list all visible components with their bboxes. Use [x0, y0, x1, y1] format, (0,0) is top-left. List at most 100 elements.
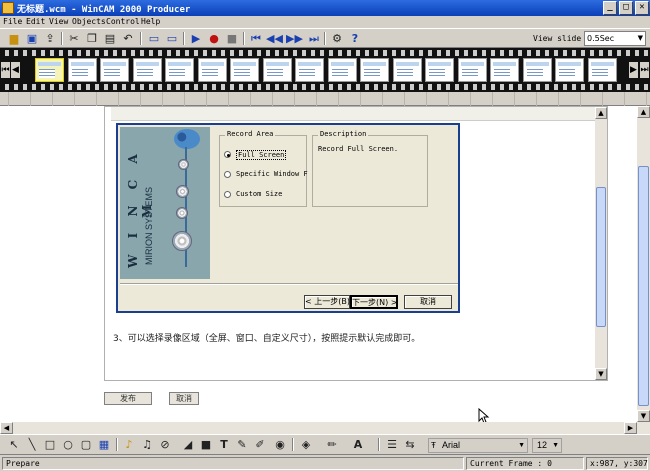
scroll-right-icon[interactable]: ▶: [624, 422, 637, 434]
shadow-icon[interactable]: ■: [198, 437, 214, 452]
save-icon[interactable]: ▣: [24, 31, 40, 46]
film-frame[interactable]: [490, 58, 519, 82]
slide-canvas[interactable]: W I N C A M MIRION SYSTEMS Record Area F…: [0, 106, 637, 424]
film-frame[interactable]: [587, 58, 617, 82]
canvas-horizontal-scrollbar[interactable]: ◀ ▶: [0, 422, 650, 434]
film-frame[interactable]: [165, 58, 194, 82]
radio-button[interactable]: [224, 171, 231, 178]
paste-icon[interactable]: ▤: [102, 31, 118, 46]
font-size-select[interactable]: 12 ▼: [532, 438, 562, 453]
rectangle-icon[interactable]: □: [42, 437, 58, 452]
last-frame-icon[interactable]: ⏭: [306, 31, 322, 46]
eraser-icon[interactable]: ◢: [180, 437, 196, 452]
title-bar: 无标题.wcm - WinCAM 2000 Producer _ □ ✕: [0, 0, 650, 16]
transition-icon[interactable]: ⊘: [157, 437, 173, 452]
radio-button[interactable]: [224, 151, 231, 158]
line-color-icon[interactable]: ✏: [324, 437, 340, 452]
rounded-rect-icon[interactable]: ▢: [78, 437, 94, 452]
export-icon[interactable]: ⇪: [42, 31, 58, 46]
next-button[interactable]: 下一步(N) >: [350, 295, 398, 309]
film-frame[interactable]: [35, 58, 64, 82]
film-frame[interactable]: [262, 58, 292, 82]
view-slide-select[interactable]: 0.5Sec ▼: [584, 31, 646, 46]
menu-control[interactable]: Control: [106, 17, 140, 26]
film-frame[interactable]: [197, 58, 227, 82]
film-frame[interactable]: [327, 58, 357, 82]
stop-icon[interactable]: ■: [224, 31, 240, 46]
film-frame[interactable]: [392, 58, 422, 82]
dialog-cancel-button[interactable]: 取消: [404, 295, 452, 309]
properties-icon[interactable]: ⚙: [329, 31, 345, 46]
film-frame[interactable]: [132, 58, 162, 82]
pointer-icon[interactable]: ↖: [6, 437, 22, 452]
first-frame-icon[interactable]: ⏮: [248, 31, 264, 46]
ellipse-icon[interactable]: ○: [60, 437, 76, 452]
pen-icon[interactable]: ✐: [252, 437, 268, 452]
next-frame-icon[interactable]: ▶▶: [286, 31, 303, 46]
film-frame[interactable]: [67, 58, 97, 82]
font-color-icon[interactable]: A: [350, 437, 366, 452]
brush-icon[interactable]: ✎: [234, 437, 250, 452]
music-icon[interactable]: ♫: [139, 437, 155, 452]
cut-icon[interactable]: ✂: [66, 31, 82, 46]
publish-button[interactable]: 发布: [104, 392, 152, 405]
film-scroll-left-icon[interactable]: ◀: [11, 62, 20, 78]
record-area-group: Record Area Full Screen Specific Window …: [219, 130, 308, 207]
scroll-left-icon[interactable]: ◀: [0, 422, 13, 434]
page-cancel-button[interactable]: 取消: [169, 392, 199, 405]
film-scroll-last-icon[interactable]: ⏭: [640, 62, 649, 78]
text-tool-icon[interactable]: T: [216, 437, 232, 452]
scroll-up-icon[interactable]: ▲: [595, 107, 607, 119]
folder-open-icon[interactable]: ▆: [6, 31, 22, 46]
maximize-button[interactable]: □: [619, 1, 633, 15]
film-frame[interactable]: [360, 58, 389, 82]
film-frame[interactable]: [295, 58, 324, 82]
previous-frame-icon[interactable]: ◀◀: [266, 31, 283, 46]
menu-help[interactable]: Help: [141, 17, 160, 26]
slide-a-icon[interactable]: ▭: [146, 31, 162, 46]
document-scroll-thumb[interactable]: [596, 187, 606, 327]
fill-color-icon[interactable]: ◈: [298, 437, 314, 452]
scroll-down-icon[interactable]: ▼: [637, 410, 650, 422]
radio-specific-window[interactable]: Specific Window Fra: [224, 169, 308, 181]
film-scroll-first-icon[interactable]: ⏮: [1, 62, 10, 78]
scroll-down-icon[interactable]: ▼: [595, 368, 607, 380]
help-icon[interactable]: ?: [347, 31, 363, 46]
cd-icon: [172, 231, 192, 251]
undo-icon[interactable]: ↶: [120, 31, 136, 46]
globe-icon[interactable]: ◉: [272, 437, 288, 452]
close-button[interactable]: ✕: [635, 1, 649, 15]
image-icon[interactable]: ▦: [96, 437, 112, 452]
timeline-ruler: [0, 92, 650, 106]
canvas-vertical-scrollbar[interactable]: ▲ ▼: [637, 106, 650, 422]
menu-edit[interactable]: Edit: [26, 17, 45, 26]
scroll-up-icon[interactable]: ▲: [637, 106, 650, 118]
font-name-select[interactable]: Ŧ Arial ▼: [428, 438, 528, 453]
film-frame[interactable]: [555, 58, 584, 82]
description-text: Record Full Screen.: [318, 145, 399, 153]
play-icon[interactable]: ▶: [188, 31, 204, 46]
sound-icon[interactable]: ♪: [121, 437, 137, 452]
film-frame[interactable]: [425, 58, 454, 82]
film-scroll-right-icon[interactable]: ▶: [629, 62, 638, 78]
slide-b-icon[interactable]: ▭: [164, 31, 180, 46]
arrow-style-icon[interactable]: ⇆: [402, 437, 418, 452]
menu-file[interactable]: File: [3, 17, 22, 26]
record-icon[interactable]: ●: [206, 31, 222, 46]
back-button[interactable]: < 上一步(B): [304, 295, 350, 309]
copy-icon[interactable]: ❐: [84, 31, 100, 46]
minimize-button[interactable]: _: [603, 1, 617, 15]
radio-button[interactable]: [224, 191, 231, 198]
canvas-scroll-thumb[interactable]: [638, 166, 649, 406]
film-frame[interactable]: [522, 58, 552, 82]
timeline-tick: [426, 92, 427, 106]
document-scrollbar[interactable]: ▲ ▼: [595, 107, 607, 380]
line-icon[interactable]: ╲: [24, 437, 40, 452]
menu-view[interactable]: View: [49, 17, 68, 26]
menu-objects[interactable]: Objects: [72, 17, 106, 26]
radio-label: Specific Window Fra: [236, 170, 308, 178]
film-frame[interactable]: [457, 58, 487, 82]
film-frame[interactable]: [230, 58, 259, 82]
line-style-icon[interactable]: ☰: [384, 437, 400, 452]
film-frame[interactable]: [100, 58, 129, 82]
